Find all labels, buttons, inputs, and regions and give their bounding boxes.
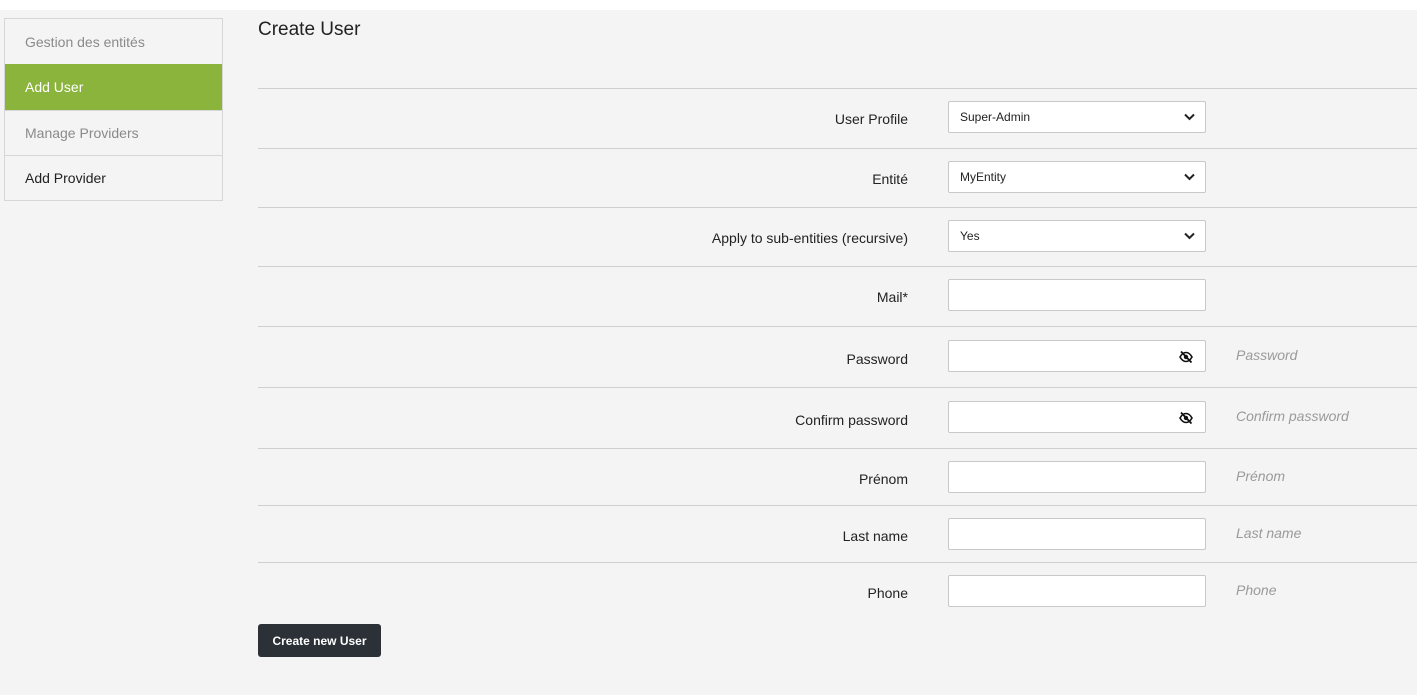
phone-label: Phone	[867, 585, 908, 601]
entity-select[interactable]: MyEntity	[948, 161, 1206, 193]
form-row-entity: Entité MyEntity	[258, 148, 1417, 207]
chevron-down-icon	[1184, 113, 1195, 121]
eye-slash-icon[interactable]	[1179, 411, 1193, 425]
sidebar-item-label: Gestion des entités	[25, 33, 145, 50]
first-name-field[interactable]	[948, 461, 1206, 493]
entity-label: Entité	[872, 171, 908, 187]
first-name-label: Prénom	[858, 471, 908, 487]
form-row-first-name: Prénom Prénom	[258, 448, 1417, 505]
sidebar-item-label: Add Provider	[25, 170, 106, 186]
last-name-hint: Last name	[1236, 525, 1302, 541]
form-row-mail: Mail*	[258, 266, 1417, 326]
sidebar-item-gestion-entites[interactable]: Gestion des entités	[5, 19, 222, 64]
user-profile-select[interactable]: Super-Admin	[948, 101, 1206, 133]
form-row-user-profile: User Profile Super-Admin	[258, 88, 1417, 148]
password-hint: Password	[1236, 347, 1298, 363]
form-row-recursive: Apply to sub-entities (recursive) Yes	[258, 207, 1417, 266]
mail-field[interactable]	[948, 279, 1206, 311]
sidebar-item-add-provider[interactable]: Add Provider	[5, 155, 222, 200]
recursive-label: Apply to sub-entities (recursive)	[711, 230, 908, 246]
sidebar-item-add-user[interactable]: Add User	[5, 64, 222, 110]
create-new-user-button-label: Create new User	[272, 633, 367, 648]
eye-slash-icon[interactable]	[1179, 350, 1193, 364]
sidebar-item-label: Manage Providers	[25, 125, 139, 141]
form-row-password: Password Password	[258, 326, 1417, 387]
confirm-password-hint: Confirm password	[1236, 408, 1349, 424]
form-row-phone: Phone Phone	[258, 562, 1417, 612]
sidebar-item-manage-providers[interactable]: Manage Providers	[5, 110, 222, 155]
chevron-down-icon	[1184, 173, 1195, 181]
mail-label: Mail*	[876, 289, 908, 305]
page-title: Create User	[258, 19, 361, 40]
sidebar: Gestion des entités Add User Manage Prov…	[4, 18, 223, 201]
user-profile-label: User Profile	[834, 111, 908, 127]
user-profile-value: Super-Admin	[960, 110, 1031, 124]
create-user-form: User Profile Super-Admin Entité MyEntity…	[258, 88, 1417, 612]
form-row-confirm-password: Confirm password Confirm password	[258, 387, 1417, 448]
last-name-field[interactable]	[948, 518, 1206, 550]
first-name-hint: Prénom	[1236, 468, 1286, 484]
confirm-password-field[interactable]	[948, 401, 1206, 433]
recursive-select[interactable]: Yes	[948, 220, 1206, 252]
chevron-down-icon	[1184, 232, 1195, 240]
password-label: Password	[846, 351, 908, 367]
entity-value: MyEntity	[960, 170, 1007, 184]
phone-hint: Phone	[1236, 582, 1277, 598]
create-new-user-button[interactable]: Create new User	[258, 624, 381, 657]
last-name-label: Last name	[842, 528, 908, 544]
recursive-value: Yes	[960, 229, 980, 243]
sidebar-item-label: Add User	[25, 79, 84, 95]
password-field[interactable]	[948, 340, 1206, 372]
confirm-password-label: Confirm password	[795, 412, 908, 428]
form-row-last-name: Last name Last name	[258, 505, 1417, 562]
phone-field[interactable]	[948, 575, 1206, 607]
